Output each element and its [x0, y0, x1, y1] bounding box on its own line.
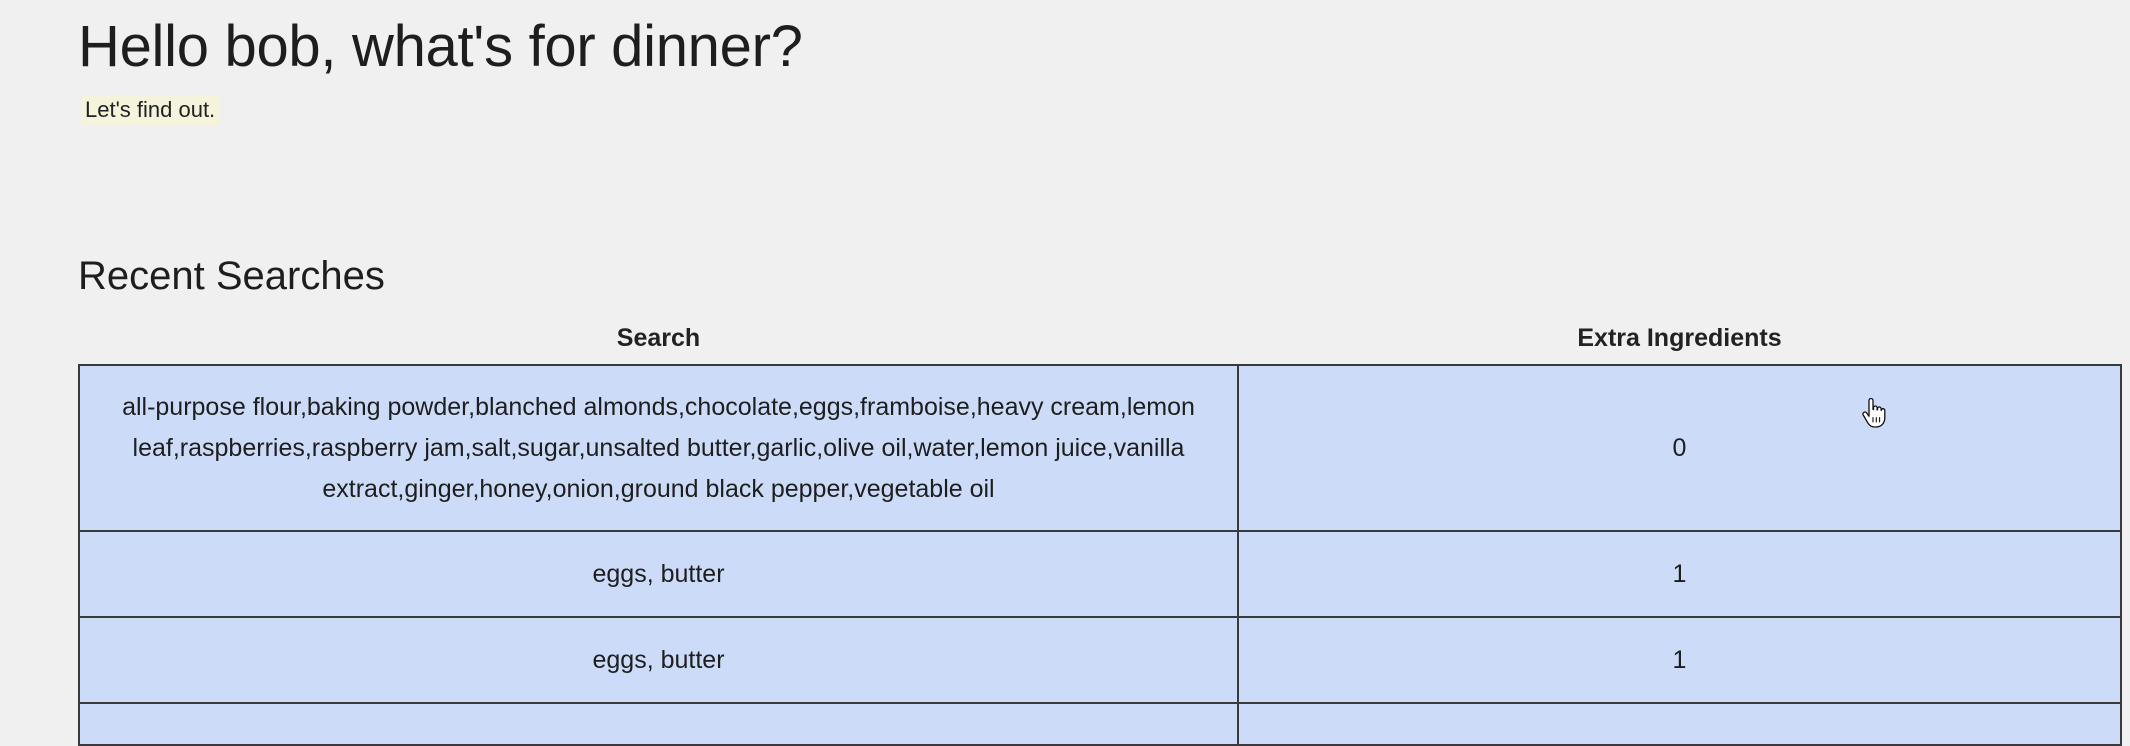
search-cell[interactable]	[78, 702, 1239, 746]
recent-searches-table: Search Extra Ingredients all-purpose flo…	[78, 318, 2122, 746]
table-header-row: Search Extra Ingredients	[79, 318, 2121, 365]
column-header-extra-ingredients: Extra Ingredients	[1577, 323, 1782, 352]
table-row[interactable]	[78, 702, 2122, 746]
table-row[interactable]: all-purpose flour,baking powder,blanched…	[78, 364, 2122, 532]
extra-ingredients-cell[interactable]: 1	[1237, 530, 2122, 618]
extra-ingredients-cell[interactable]: 1	[1237, 616, 2122, 704]
table-row[interactable]: eggs, butter 1	[78, 616, 2122, 704]
table-row[interactable]: eggs, butter 1	[78, 530, 2122, 618]
hand-pointer-icon	[1862, 398, 1886, 428]
extra-ingredients-cell[interactable]	[1237, 702, 2122, 746]
greeting-subtitle: Let's find out.	[81, 95, 220, 125]
search-cell[interactable]: all-purpose flour,baking powder,blanched…	[78, 364, 1239, 532]
recent-searches-title: Recent Searches	[78, 254, 385, 298]
recent-searches-table-wrapper: Search Extra Ingredients all-purpose flo…	[78, 318, 2122, 746]
extra-ingredients-cell[interactable]: 0	[1237, 364, 2122, 532]
column-header-search: Search	[616, 323, 701, 352]
search-cell[interactable]: eggs, butter	[78, 616, 1239, 704]
search-cell[interactable]: eggs, butter	[78, 530, 1239, 618]
greeting-heading: Hello bob, what's for dinner?	[78, 14, 803, 79]
